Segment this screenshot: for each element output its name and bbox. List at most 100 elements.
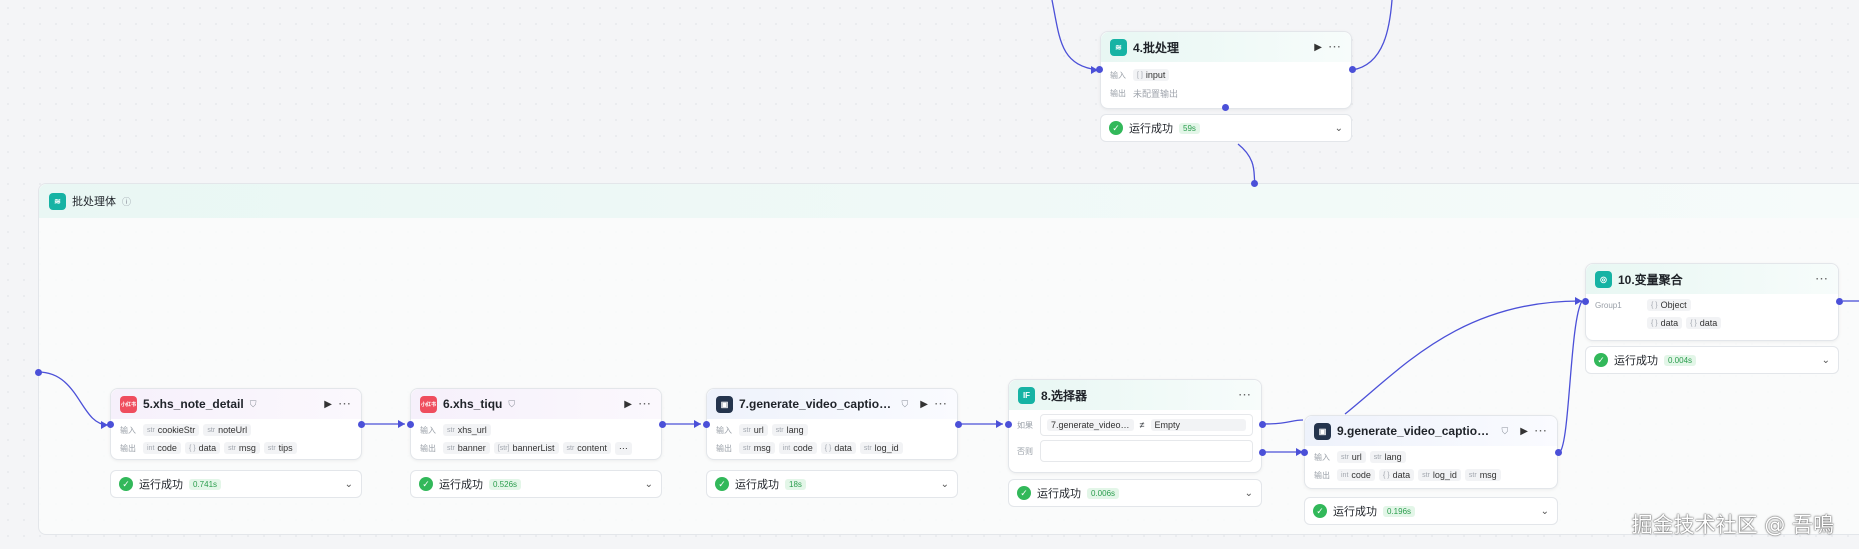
more-button[interactable]: ⋯ <box>1534 423 1548 439</box>
node-status-bar[interactable]: ✓ 运行成功 0.526s ⌄ <box>410 470 662 498</box>
output-port[interactable] <box>1836 298 1843 305</box>
chevron-down-icon[interactable]: ⌄ <box>1335 123 1343 134</box>
node-title: 7.generate_video_captions… <box>739 397 896 411</box>
input-label: 输入 <box>120 425 136 435</box>
aggregate-status-bar[interactable]: ✓ 运行成功 0.004s ⌄ <box>1585 346 1839 374</box>
run-button[interactable]: ▶ <box>920 399 928 410</box>
selector-node[interactable]: IF 8.选择器 ⋯ 如果 7.generate_video… ≠ Empty … <box>1008 379 1262 473</box>
node-status-bar[interactable]: ✓ 运行成功 18s ⌄ <box>706 470 958 498</box>
output-label: 输出 <box>716 443 732 453</box>
input-port[interactable] <box>703 421 710 428</box>
batch-layers-icon: ≋ <box>1110 38 1127 56</box>
time-badge: 18s <box>785 478 806 490</box>
batch-layers-icon: ≋ <box>49 192 66 210</box>
shield-icon: ⛉ <box>508 398 516 409</box>
node-title: 4.批处理 <box>1133 40 1180 55</box>
time-badge: 0.741s <box>189 478 222 490</box>
run-button[interactable]: ▶ <box>624 399 632 410</box>
more-button[interactable]: ⋯ <box>934 396 948 412</box>
param-tag: str lang <box>1369 451 1406 463</box>
output-label: 输出 <box>1110 88 1126 98</box>
else-row[interactable] <box>1040 440 1253 462</box>
output-port[interactable] <box>358 421 365 428</box>
operator: ≠ <box>1139 420 1145 430</box>
chevron-down-icon[interactable]: ⌄ <box>1245 488 1253 499</box>
batch-status-bar[interactable]: ✓ 运行成功 59s ⌄ <box>1100 114 1352 142</box>
chevron-down-icon[interactable]: ⌄ <box>345 479 353 490</box>
more-button[interactable]: ⋯ <box>338 396 352 412</box>
param-tag: str log_id <box>1418 469 1461 481</box>
node-generate-video-captions-7[interactable]: ▣ 7.generate_video_captions… ⛉ ▶ ⋯ 输入 st… <box>706 388 958 460</box>
param-tag: str noteUrl <box>203 424 252 436</box>
more-params-icon[interactable]: ⋯ <box>614 441 632 455</box>
param-tag: str msg <box>1464 469 1501 481</box>
more-button[interactable]: ⋯ <box>1815 271 1829 287</box>
param-tag: str msg <box>224 442 260 454</box>
chevron-down-icon[interactable]: ⌄ <box>1541 506 1549 517</box>
chevron-down-icon[interactable]: ⌄ <box>645 479 653 490</box>
xhs-logo-icon: 小红书 <box>420 395 437 413</box>
param-tag: int code <box>778 442 817 454</box>
node-generate-video-captions-9[interactable]: ▣ 9.generate_video_captions… ⛉ ▶ ⋯ 输入 st… <box>1304 415 1558 489</box>
node-xhs-note-detail[interactable]: 小红书 5.xhs_note_detail ⛉ ▶ ⋯ 输入 str cookie… <box>110 388 362 460</box>
more-button[interactable]: ⋯ <box>1238 387 1252 403</box>
variable-aggregate-node[interactable]: ◎ 10.变量聚合 ⋯ Group1 { } Object { } data { }… <box>1585 263 1839 341</box>
node-title: 6.xhs_tiqu <box>443 397 503 411</box>
if-label: 如果 <box>1017 420 1033 430</box>
node-status-bar[interactable]: ✓ 运行成功 0.741s ⌄ <box>110 470 362 498</box>
input-label: 输入 <box>716 425 732 435</box>
info-icon[interactable]: ⓘ <box>122 195 131 208</box>
param-tag: { } data <box>1686 317 1722 329</box>
success-check-icon: ✓ <box>1109 121 1123 135</box>
output-port[interactable] <box>659 421 666 428</box>
param-tag: { } data <box>1378 469 1415 481</box>
chevron-down-icon[interactable]: ⌄ <box>1822 355 1830 366</box>
output-port[interactable] <box>1555 449 1562 456</box>
container-input-port[interactable] <box>1251 180 1258 187</box>
input-port[interactable] <box>1582 298 1589 305</box>
time-badge: 0.006s <box>1087 487 1120 499</box>
watermark-text: 掘金技术社区 @ 吾鳴 <box>1631 513 1834 537</box>
run-button[interactable]: ▶ <box>1314 42 1322 53</box>
if-output-port[interactable] <box>1259 421 1266 428</box>
else-output-port[interactable] <box>1259 449 1266 456</box>
container-start-port[interactable] <box>35 369 42 376</box>
param-tag: { } Object <box>1647 299 1691 311</box>
output-port[interactable] <box>1349 66 1356 73</box>
input-tag: [ ] input <box>1133 69 1170 81</box>
condition-left: 7.generate_video… <box>1047 419 1134 431</box>
chevron-down-icon[interactable]: ⌄ <box>941 479 949 490</box>
param-tag: int code <box>143 442 181 454</box>
param-tag: str url <box>1337 451 1366 463</box>
input-port[interactable] <box>107 421 114 428</box>
status-text: 运行成功 <box>139 479 183 491</box>
output-label: 输出 <box>120 443 136 453</box>
output-label: 输出 <box>420 443 436 453</box>
output-value: 未配置输出 <box>1133 88 1179 99</box>
run-button[interactable]: ▶ <box>1520 426 1528 437</box>
node-xhs-tiqu[interactable]: 小红书 6.xhs_tiqu ⛉ ▶ ⋯ 输入 str xhs_url 输出 st… <box>410 388 662 460</box>
node-status-bar[interactable]: ✓ 运行成功 0.196s ⌄ <box>1304 497 1558 525</box>
more-button[interactable]: ⋯ <box>638 396 652 412</box>
time-badge: 0.196s <box>1383 505 1416 517</box>
input-port[interactable] <box>1005 421 1012 428</box>
input-port[interactable] <box>1096 66 1103 73</box>
param-tag: str log_id <box>859 442 903 454</box>
batch-node[interactable]: ≋ 4.批处理 ▶ ⋯ 输入 [ ] input 输出 未配置输出 <box>1100 31 1352 109</box>
more-button[interactable]: ⋯ <box>1328 39 1342 55</box>
selector-status-bar[interactable]: ✓ 运行成功 0.006s ⌄ <box>1008 479 1262 507</box>
batch-port[interactable] <box>1222 104 1229 111</box>
time-badge: 0.004s <box>1664 354 1697 366</box>
condition-row[interactable]: 7.generate_video… ≠ Empty <box>1040 414 1253 436</box>
if-icon: IF <box>1018 386 1035 404</box>
output-port[interactable] <box>955 421 962 428</box>
plugin-avatar-icon: ▣ <box>1314 422 1331 440</box>
input-port[interactable] <box>407 421 414 428</box>
input-label: 输入 <box>1314 452 1330 462</box>
input-port[interactable] <box>1301 449 1308 456</box>
run-button[interactable]: ▶ <box>324 399 332 410</box>
param-tag: int code <box>1337 469 1375 481</box>
node-title: 8.选择器 <box>1041 388 1088 403</box>
shield-icon: ⛉ <box>1501 425 1509 436</box>
param-tag: str url <box>739 424 768 436</box>
